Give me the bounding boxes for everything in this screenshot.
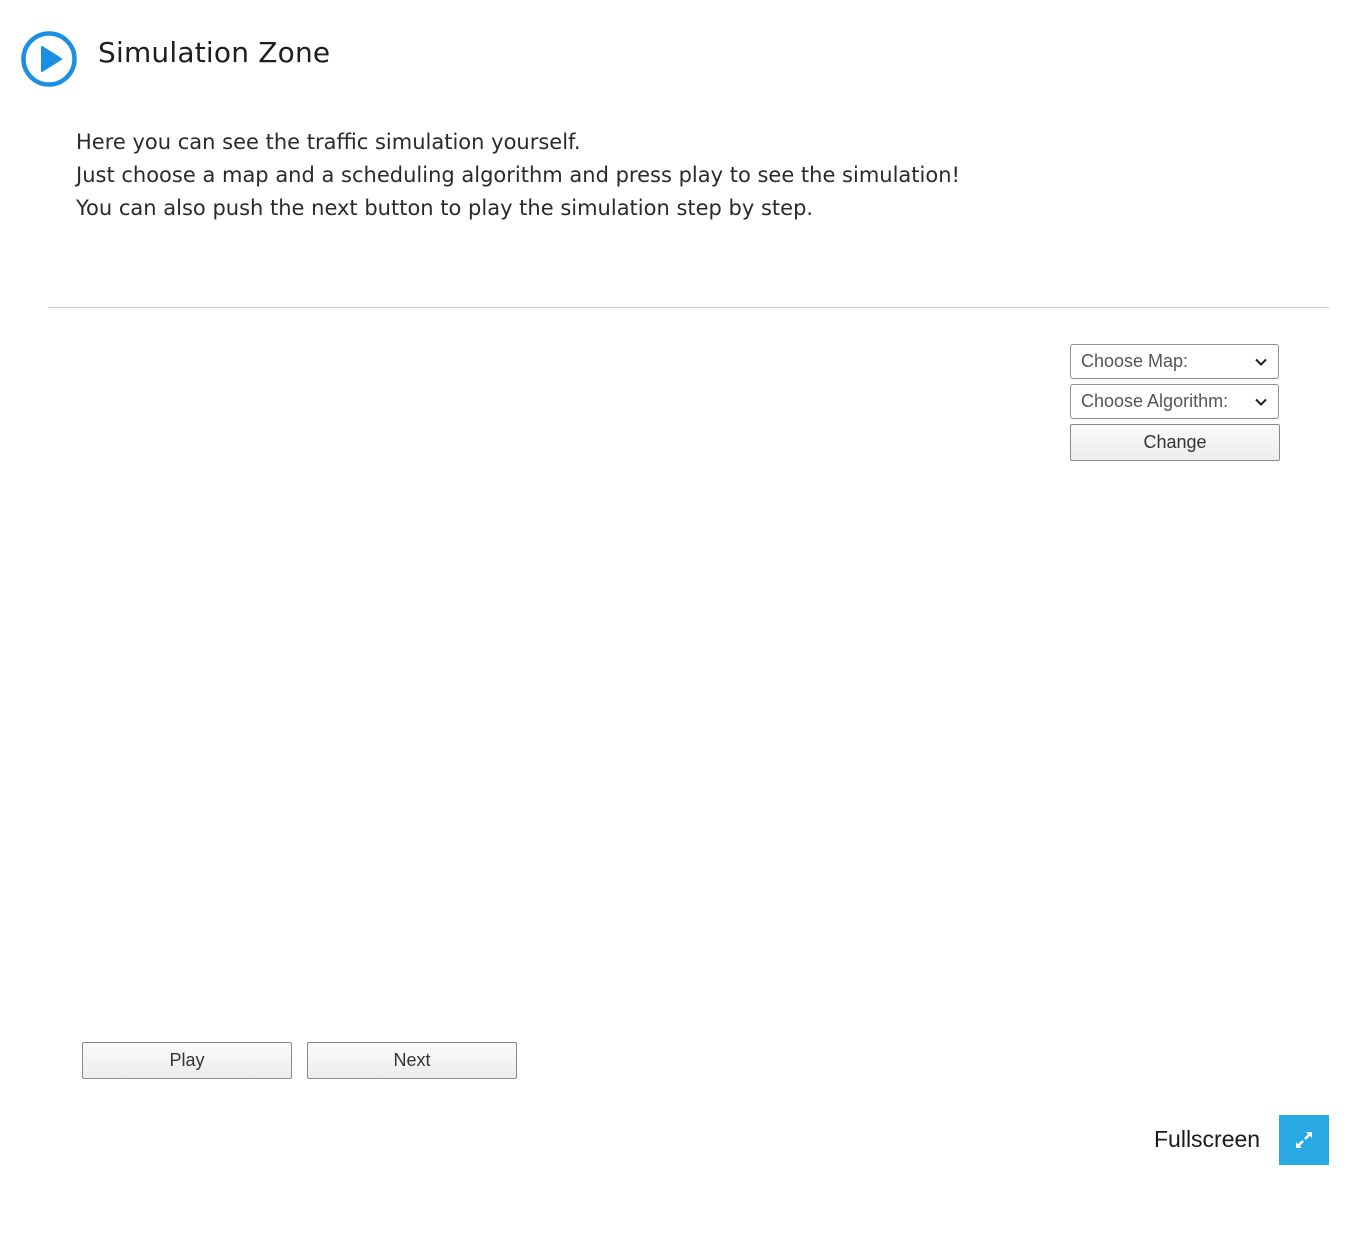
next-button[interactable]: Next [307, 1042, 517, 1079]
choose-map-select[interactable]: Choose Map: [1070, 344, 1279, 379]
change-button[interactable]: Change [1070, 424, 1280, 461]
choose-algorithm-select[interactable]: Choose Algorithm: [1070, 384, 1279, 419]
play-button[interactable]: Play [82, 1042, 292, 1079]
chevron-down-icon [1255, 358, 1267, 366]
intro-line: Just choose a map and a scheduling algor… [76, 163, 960, 187]
divider [48, 307, 1329, 308]
simulation-page: Simulation Zone Here you can see the tra… [0, 0, 1355, 1239]
intro-text: Here you can see the traffic simulation … [76, 126, 960, 225]
fullscreen-label: Fullscreen [1154, 1126, 1261, 1152]
choose-algorithm-label: Choose Algorithm: [1081, 391, 1229, 411]
expand-icon [1296, 1132, 1312, 1148]
play-circle-icon [20, 30, 78, 88]
intro-line: You can also push the next button to pla… [76, 196, 814, 220]
choose-map-label: Choose Map: [1081, 351, 1189, 371]
intro-line: Here you can see the traffic simulation … [76, 130, 581, 154]
fullscreen-button[interactable] [1279, 1115, 1329, 1165]
page-title: Simulation Zone [98, 36, 331, 69]
chevron-down-icon [1255, 398, 1267, 406]
